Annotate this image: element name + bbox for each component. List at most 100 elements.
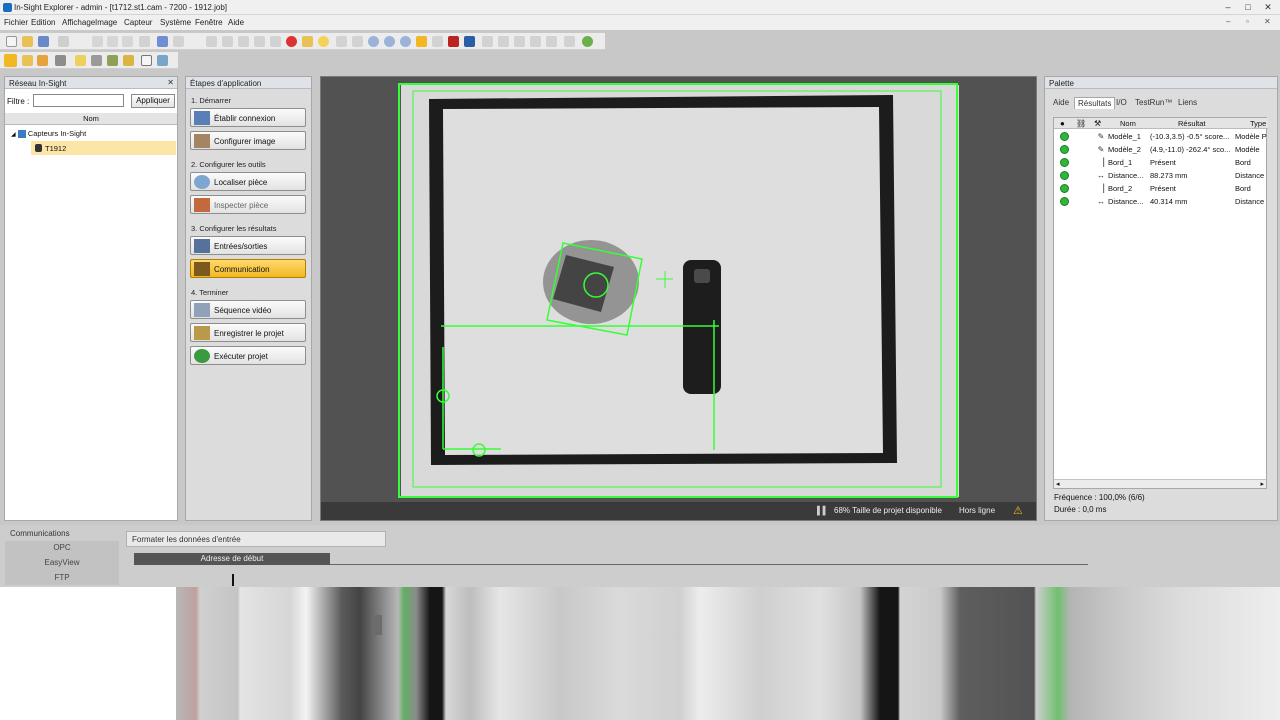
record-icon[interactable] [286, 36, 297, 47]
tab-testrun[interactable]: TestRun™ [1132, 97, 1175, 108]
folder-icon[interactable] [75, 55, 86, 66]
close-window-button[interactable]: ✕ [1260, 1, 1276, 13]
sensor-list-icon[interactable] [107, 55, 118, 66]
zoom-out-icon[interactable] [384, 36, 395, 47]
cut-icon[interactable] [92, 36, 103, 47]
filter-input[interactable] [33, 94, 124, 107]
start-address-header[interactable]: Adresse de début [134, 553, 330, 565]
apply-button[interactable]: Appliquer [131, 94, 175, 108]
minimize-button[interactable]: – [1220, 1, 1236, 13]
result-row[interactable]: ▕ Bord_1 Présent Bord [1054, 156, 1268, 169]
pause-icon[interactable]: ▌▌ [817, 506, 828, 515]
options-icon[interactable] [157, 55, 168, 66]
result-row[interactable]: ▕ Bord_2 Présent Bord [1054, 182, 1268, 195]
result-row[interactable]: ↔ Distance... 40.314 mm Distance [1054, 195, 1268, 208]
result-row[interactable]: ✎ Modèle_2 (4.9,-11.0) -262.4° sco... Mo… [1054, 143, 1268, 156]
scroll-left-icon[interactable]: ◂ [1056, 480, 1060, 488]
light-icon[interactable] [318, 36, 329, 47]
comm-item-easyview[interactable]: EasyView [5, 558, 119, 567]
open-folder-icon[interactable] [22, 36, 33, 47]
communication-button[interactable]: Communication [190, 259, 306, 278]
scroll-right-icon[interactable]: ▸ [1260, 480, 1264, 488]
display-icon[interactable] [464, 36, 475, 47]
menu-aide[interactable]: Aide [228, 18, 244, 27]
zoom-100-icon[interactable] [432, 36, 443, 47]
menu-capteur[interactable]: Capteur [124, 18, 152, 27]
edit-job-icon[interactable] [37, 55, 48, 66]
sensor-icon[interactable] [564, 36, 575, 47]
flip-icon[interactable] [352, 36, 363, 47]
rotate-icon[interactable] [336, 36, 347, 47]
mdi-close-button[interactable]: ✕ [1264, 17, 1271, 26]
spreadsheet-icon[interactable] [546, 36, 557, 47]
zoom-in-icon[interactable] [368, 36, 379, 47]
menu-fichier[interactable]: Fichier [4, 18, 28, 27]
result-row[interactable]: ✎ Modèle_1 (-10.3,3.5) -0.5° score... Mo… [1054, 130, 1268, 143]
undo-icon[interactable] [157, 36, 168, 47]
column-header-name[interactable]: Nom [5, 113, 177, 125]
print-icon[interactable] [58, 36, 69, 47]
locate-part-button[interactable]: Localiser pièce [190, 172, 306, 191]
menu-affichage[interactable]: Affichage [62, 18, 95, 27]
first-image-icon[interactable] [206, 36, 217, 47]
column-resultat[interactable]: Résultat [1178, 119, 1206, 128]
camera-image[interactable] [321, 77, 1036, 502]
trigger-icon[interactable] [302, 36, 313, 47]
comm-item-opc[interactable]: OPC [5, 543, 119, 552]
previous-image-icon[interactable] [222, 36, 233, 47]
column-type[interactable]: Type [1250, 119, 1266, 128]
video-sequence-button[interactable]: Séquence vidéo [190, 300, 306, 319]
mdi-minimize-button[interactable]: – [1226, 17, 1230, 26]
results-scrollbar[interactable]: ◂ ▸ [1054, 479, 1266, 488]
result-row[interactable]: ↔ Distance... 88.273 mm Distance [1054, 169, 1268, 182]
maximize-button[interactable]: □ [1240, 1, 1256, 13]
io-icon[interactable] [123, 55, 134, 66]
results-table[interactable]: ● ⛓ ⚒ Nom Résultat Type ✎ Modèle_1 (-10.… [1053, 117, 1268, 489]
tree-root[interactable]: ◢ Capteurs In-Sight [11, 129, 86, 139]
inspect-part-button[interactable]: Inspecter pièce [190, 195, 306, 214]
paste-icon[interactable] [122, 36, 133, 47]
tree-item-selected[interactable]: T1912 [31, 141, 176, 155]
open-job-icon[interactable] [22, 55, 33, 66]
settings-icon[interactable] [55, 55, 66, 66]
calibrate-icon[interactable] [498, 36, 509, 47]
comm-item-ftp[interactable]: FTP [5, 573, 119, 582]
tab-io[interactable]: I/O [1113, 97, 1130, 108]
close-panel-icon[interactable]: ✕ [167, 78, 174, 87]
establish-connection-button[interactable]: Établir connexion [190, 108, 306, 127]
tab-liens[interactable]: Liens [1175, 97, 1200, 108]
overlay-icon[interactable] [448, 36, 459, 47]
tool-icon[interactable] [514, 36, 525, 47]
tab-resultats[interactable]: Résultats [1074, 97, 1116, 109]
image-viewer[interactable]: ▌▌ 68% Taille de projet disponible Hors … [320, 76, 1037, 521]
save-project-button[interactable]: Enregistrer le projet [190, 323, 306, 342]
menu-systeme[interactable]: Système [160, 18, 191, 27]
play-icon[interactable] [238, 36, 249, 47]
column-nom[interactable]: Nom [1120, 119, 1136, 128]
configure-image-button[interactable]: Configurer image [190, 131, 306, 150]
redo-icon[interactable] [173, 36, 184, 47]
custom-view-icon[interactable] [530, 36, 541, 47]
help-icon[interactable] [141, 55, 152, 66]
zoom-fit-icon[interactable] [400, 36, 411, 47]
grid-icon[interactable] [482, 36, 493, 47]
save-icon[interactable] [38, 36, 49, 47]
inputs-outputs-button[interactable]: Entrées/sorties [190, 236, 306, 255]
network-icon[interactable] [91, 55, 102, 66]
menu-edition[interactable]: Edition [31, 18, 55, 27]
last-image-icon[interactable] [270, 36, 281, 47]
mdi-restore-button[interactable]: ▫ [1246, 17, 1249, 26]
warning-icon[interactable]: ⚠ [1013, 504, 1023, 517]
easybuilder-icon[interactable] [4, 54, 17, 67]
copy-icon[interactable] [107, 36, 118, 47]
delete-icon[interactable] [139, 36, 150, 47]
menu-image[interactable]: Image [95, 18, 117, 27]
format-input-data-tab[interactable]: Formater les données d'entrée [132, 535, 241, 544]
next-image-icon[interactable] [254, 36, 265, 47]
new-file-icon[interactable] [6, 36, 17, 47]
zoom-fill-icon[interactable] [416, 36, 427, 47]
run-project-button[interactable]: Exécuter projet [190, 346, 306, 365]
tree-collapse-icon[interactable]: ◢ [11, 132, 16, 138]
tab-aide[interactable]: Aide [1050, 97, 1072, 108]
menu-fenetre[interactable]: Fenêtre [195, 18, 223, 27]
